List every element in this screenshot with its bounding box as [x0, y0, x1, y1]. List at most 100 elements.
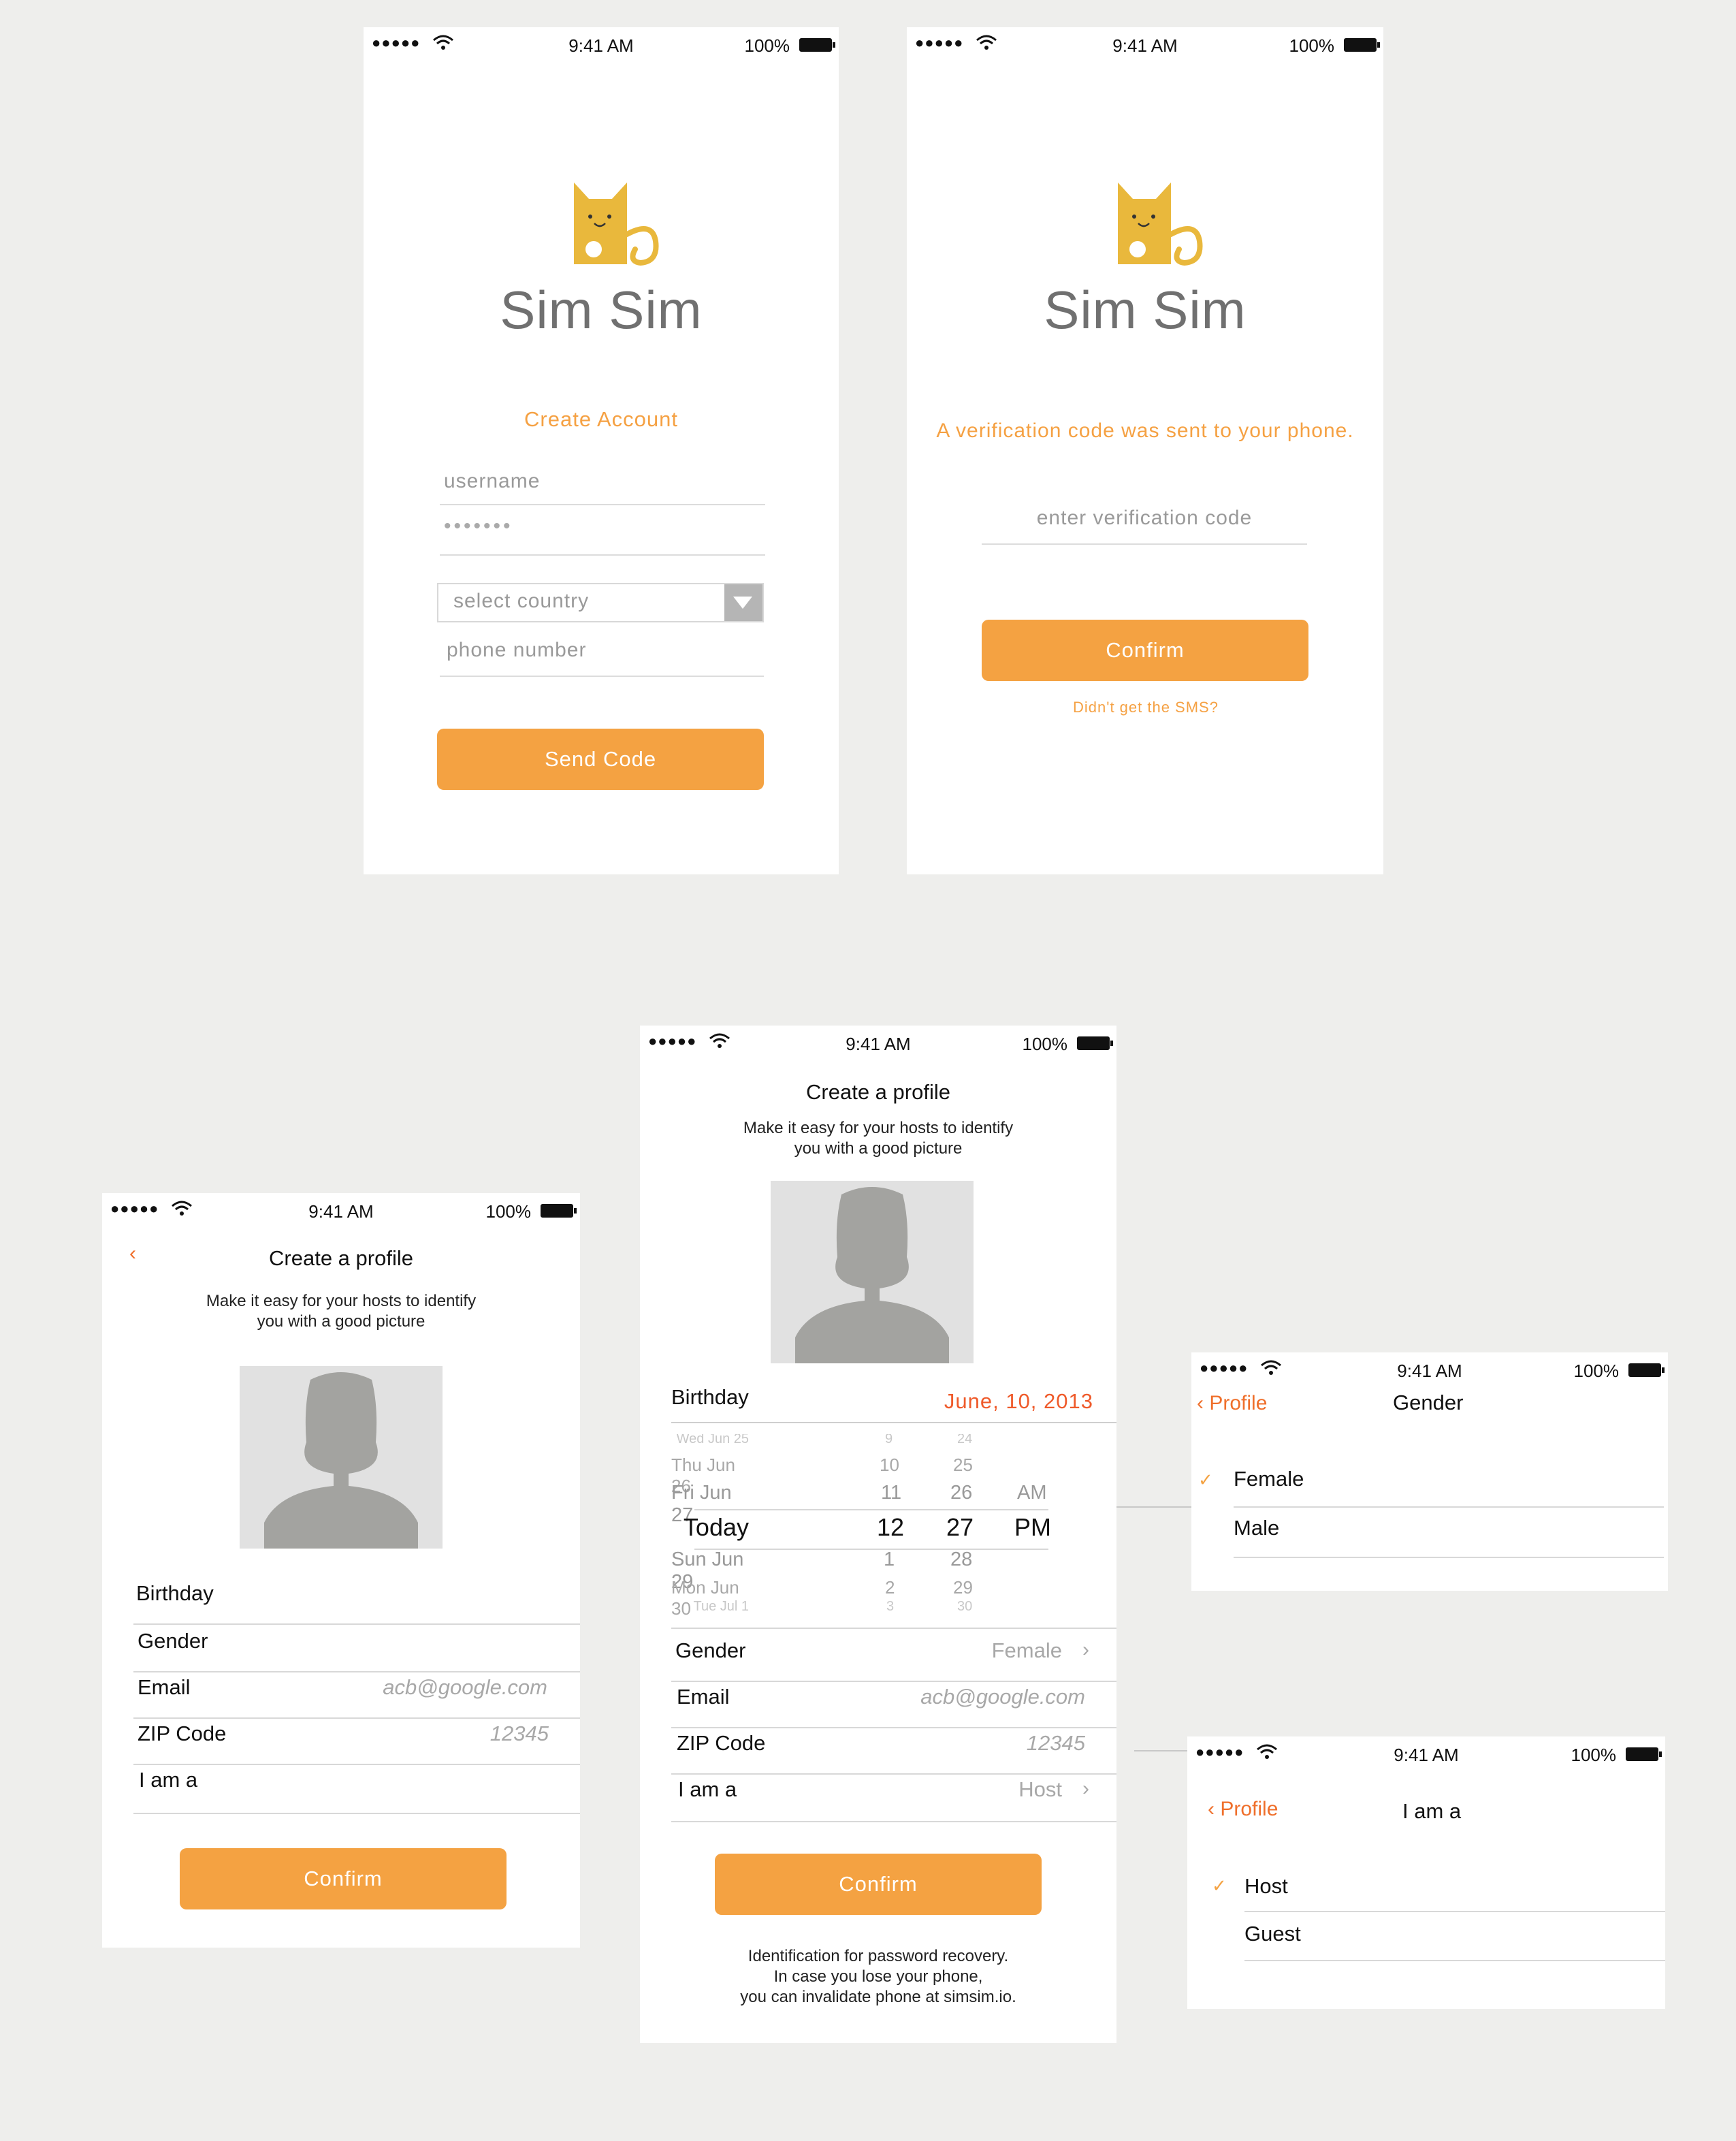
- email-value: acb@google.com: [920, 1685, 1085, 1709]
- subtitle-line-2: you with a good picture: [794, 1139, 963, 1158]
- back-label: Profile: [1209, 1392, 1268, 1414]
- picker-hour: 2: [885, 1577, 895, 1598]
- page-title: I am a: [1402, 1799, 1462, 1823]
- iam-row[interactable]: I am a: [133, 1768, 580, 1814]
- zip-row[interactable]: ZIP Code 12345: [133, 1722, 580, 1765]
- back-label: Profile: [1220, 1798, 1279, 1820]
- picker-minute: 30: [957, 1599, 973, 1614]
- zip-label: ZIP Code: [677, 1731, 766, 1755]
- email-label: Email: [138, 1675, 191, 1699]
- footer-line-3: you can invalidate phone at simsim.io.: [740, 1988, 1016, 2006]
- picker-minute: 28: [950, 1549, 973, 1570]
- email-label: Email: [677, 1685, 730, 1709]
- dropdown-arrow-icon[interactable]: [724, 584, 762, 621]
- footer-line-1: Identification for password recovery.: [748, 1947, 1009, 1965]
- verification-message: A verification code was sent to your pho…: [936, 419, 1354, 442]
- gender-row[interactable]: Gender: [133, 1629, 580, 1672]
- picker-minute: 24: [957, 1434, 973, 1446]
- email-row[interactable]: Email acb@google.com: [671, 1685, 1116, 1728]
- option-label: Female: [1234, 1467, 1304, 1491]
- status-bar: ●●●●● 9:41 AM 100%: [1191, 1352, 1668, 1393]
- datetime-picker[interactable]: Wed Jun 25 9 24 Thu Jun 26 10 25 Fri Jun…: [671, 1434, 1116, 1615]
- resend-sms-link[interactable]: Didn't get the SMS?: [907, 699, 1383, 716]
- gender-row[interactable]: Gender Female ›: [671, 1638, 1116, 1682]
- gender-screen: ●●●●● 9:41 AM 100% ‹ Profile Gender ✓ Fe…: [1191, 1352, 1668, 1591]
- password-input[interactable]: •••••••: [440, 515, 765, 556]
- flow-connector: [1134, 1750, 1191, 1751]
- checkmark-icon: ✓: [1198, 1470, 1213, 1490]
- confirm-button[interactable]: Confirm: [180, 1848, 507, 1909]
- battery-percent: 100%: [1022, 1034, 1068, 1054]
- country-select-label: select country: [453, 590, 590, 612]
- iam-label: I am a: [139, 1768, 198, 1792]
- avatar-placeholder[interactable]: [771, 1181, 974, 1363]
- option-label: Male: [1234, 1516, 1280, 1540]
- gender-value: Female: [991, 1638, 1062, 1662]
- email-row[interactable]: Email acb@google.com: [133, 1675, 580, 1719]
- confirm-button[interactable]: Confirm: [982, 620, 1308, 681]
- iam-value: Host: [1018, 1777, 1062, 1801]
- battery-percent: 100%: [1573, 1361, 1620, 1381]
- page-title: Create a profile: [806, 1080, 950, 1104]
- option-guest[interactable]: Guest: [1244, 1914, 1665, 1961]
- back-button[interactable]: ‹ Profile: [1197, 1392, 1267, 1415]
- status-bar: ●●●●● 9:41 AM 100%: [640, 1026, 1116, 1066]
- person-silhouette-icon: [795, 1187, 949, 1363]
- iam-row[interactable]: I am a Host ›: [671, 1777, 1116, 1822]
- gender-label: Gender: [675, 1638, 746, 1662]
- picker-hour: 10: [880, 1455, 899, 1475]
- status-bar: ●●●●● 9:41 AM 100%: [364, 27, 839, 68]
- checkmark-icon: ✓: [1212, 1875, 1227, 1896]
- footer-line-2: In case you lose your phone,: [773, 1967, 983, 1986]
- battery-percent: 100%: [485, 1201, 532, 1222]
- subtitle-line-1: Make it easy for your hosts to identify: [743, 1119, 1014, 1137]
- username-input[interactable]: username: [440, 470, 765, 505]
- picker-hour: 11: [881, 1482, 902, 1504]
- avatar-placeholder[interactable]: [240, 1366, 443, 1549]
- picker-day: Today: [683, 1513, 749, 1541]
- phone-number-input[interactable]: phone number: [440, 639, 764, 677]
- battery-icon: [1628, 1363, 1665, 1377]
- picker-minute: 26: [950, 1482, 973, 1504]
- send-code-button[interactable]: Send Code: [437, 729, 764, 790]
- birthday-row[interactable]: Birthday: [133, 1581, 580, 1625]
- birthday-label: Birthday: [136, 1581, 214, 1605]
- birthday-value[interactable]: June, 10, 2013: [944, 1389, 1093, 1414]
- battery-percent: 100%: [1289, 35, 1335, 56]
- picker-ampm: AM: [1017, 1482, 1047, 1504]
- gender-label: Gender: [138, 1629, 208, 1653]
- battery-percent: 100%: [744, 35, 790, 56]
- chevron-left-icon: ‹: [1197, 1392, 1204, 1414]
- option-female[interactable]: ✓ Female: [1198, 1460, 1664, 1508]
- zip-row[interactable]: ZIP Code 12345: [671, 1731, 1116, 1775]
- option-label: Host: [1244, 1874, 1288, 1898]
- page-title: Create a profile: [269, 1246, 413, 1270]
- picker-hour: 1: [884, 1549, 895, 1570]
- picker-hour: 9: [885, 1434, 893, 1446]
- birthday-label: Birthday: [671, 1385, 749, 1409]
- battery-icon: [1626, 1747, 1662, 1761]
- iam-label: I am a: [678, 1777, 737, 1801]
- birthday-divider: [671, 1422, 1116, 1423]
- picker-minute: 27: [946, 1513, 974, 1541]
- verification-code-input[interactable]: enter verification code: [982, 507, 1307, 545]
- picker-day: Tue Jul 1: [693, 1599, 749, 1614]
- flow-connector: [1116, 1506, 1191, 1508]
- battery-icon: [799, 38, 835, 52]
- page-title: Gender: [1393, 1391, 1464, 1414]
- option-male[interactable]: Male: [1234, 1509, 1664, 1558]
- country-select[interactable]: select country: [437, 583, 764, 622]
- chevron-right-icon: ›: [1082, 1638, 1089, 1661]
- back-button[interactable]: ‹ Profile: [1208, 1798, 1278, 1821]
- battery-icon: [1344, 38, 1380, 52]
- chevron-left-icon: ‹: [1208, 1798, 1215, 1820]
- option-host[interactable]: ✓ Host: [1212, 1865, 1665, 1912]
- picker-ampm: PM: [1014, 1513, 1051, 1541]
- email-value: acb@google.com: [383, 1675, 547, 1699]
- confirm-button[interactable]: Confirm: [715, 1854, 1042, 1915]
- profile-left-screen: ●●●●● 9:41 AM 100% ‹ Create a profile Ma…: [102, 1193, 580, 1948]
- picker-hour: 3: [886, 1599, 895, 1614]
- zip-value: 12345: [489, 1722, 549, 1745]
- picker-divider: [671, 1628, 1116, 1629]
- brand-name: Sim Sim: [500, 280, 703, 340]
